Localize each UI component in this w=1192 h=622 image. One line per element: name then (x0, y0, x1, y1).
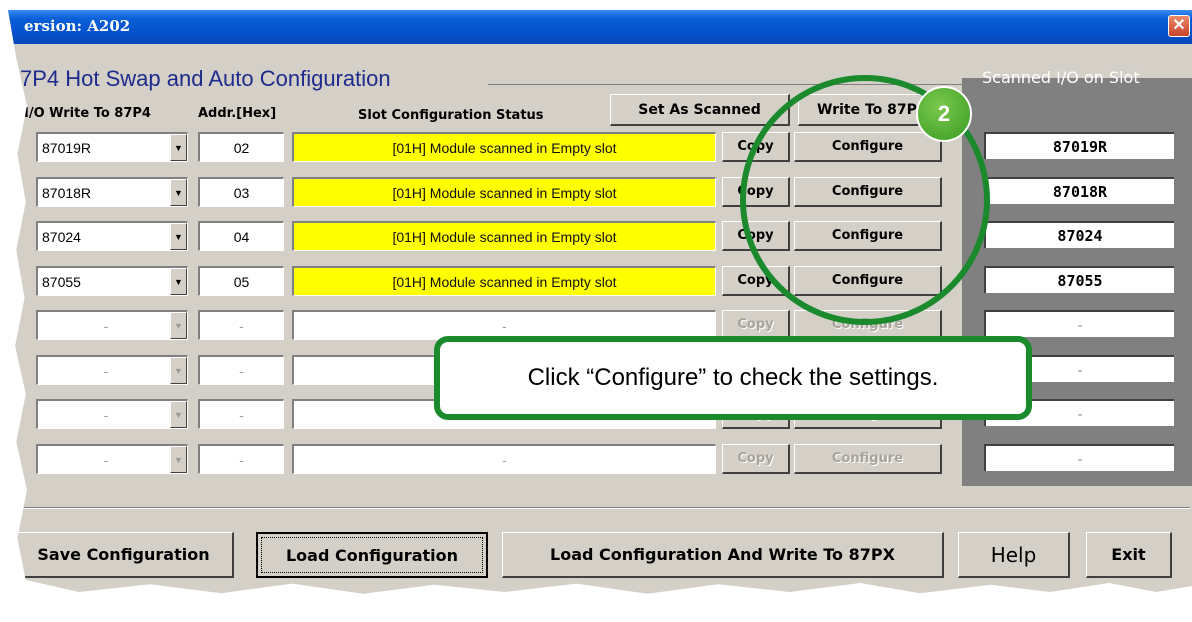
slot-status: [01H] Module scanned in Empty slot (292, 221, 716, 251)
scanned-module: 87024 (984, 221, 1174, 248)
copy-button[interactable]: Copy (722, 444, 790, 474)
group-title: 7P4 Hot Swap and Auto Configuration (20, 66, 395, 92)
chevron-down-icon[interactable]: ▼ (170, 446, 187, 473)
module-select[interactable]: - ▼ (36, 355, 188, 385)
configure-button[interactable]: Configure (794, 444, 942, 474)
scanned-module: - (984, 444, 1174, 471)
address-field[interactable]: - (198, 355, 284, 385)
slot-status: [01H] Module scanned in Empty slot (292, 266, 716, 296)
header-status: Slot Configuration Status (358, 108, 544, 123)
window-title: ersion: A202 (24, 17, 131, 35)
chevron-down-icon[interactable]: ▼ (170, 401, 187, 428)
scanned-io-title: Scanned I/O on Slot (982, 68, 1140, 87)
chevron-down-icon[interactable]: ▼ (170, 312, 187, 339)
chevron-down-icon[interactable]: ▼ (170, 134, 187, 161)
module-select-value: - (103, 406, 109, 423)
set-as-scanned-button[interactable]: Set As Scanned (610, 94, 790, 126)
slot-status: - (292, 444, 716, 474)
scanned-module: 87019R (984, 132, 1174, 159)
separator (20, 507, 1190, 509)
instruction-callout: Click “Configure” to check the settings. (434, 336, 1032, 420)
scanned-module: 87018R (984, 177, 1174, 204)
slot-status: [01H] Module scanned in Empty slot (292, 132, 716, 162)
close-button[interactable]: ✕ (1168, 15, 1190, 37)
chevron-down-icon[interactable]: ▼ (170, 357, 187, 384)
app-window: ersion: A202 ✕ 7P4 Hot Swap and Auto Con… (8, 10, 1192, 594)
load-configuration-button[interactable]: Load Configuration (256, 532, 488, 578)
module-select[interactable]: - ▼ (36, 399, 188, 429)
address-field[interactable]: - (198, 310, 284, 340)
address-field[interactable]: - (198, 444, 284, 474)
address-field[interactable]: 02 (198, 132, 284, 162)
module-select-value: 87019R (42, 139, 92, 156)
step-badge: 2 (916, 86, 972, 142)
chevron-down-icon[interactable]: ▼ (170, 268, 187, 295)
save-configuration-button[interactable]: Save Configuration (14, 532, 234, 578)
chevron-down-icon[interactable]: ▼ (170, 179, 187, 206)
address-field[interactable]: 05 (198, 266, 284, 296)
title-bar[interactable]: ersion: A202 ✕ (8, 10, 1192, 44)
module-select[interactable]: 87018R ▼ (36, 177, 188, 207)
header-io-write: I/O Write To 87P4 (24, 106, 151, 121)
header-addr: Addr.[Hex] (198, 106, 277, 121)
address-field[interactable]: 03 (198, 177, 284, 207)
slot-status: [01H] Module scanned in Empty slot (292, 177, 716, 207)
module-select[interactable]: 87024 ▼ (36, 221, 188, 251)
module-select[interactable]: - ▼ (36, 444, 188, 474)
module-select-value: 87018R (42, 184, 92, 201)
module-select-value: - (103, 362, 109, 379)
scanned-module: - (984, 310, 1174, 337)
load-configuration-write-button[interactable]: Load Configuration And Write To 87PX (502, 532, 944, 578)
address-field[interactable]: - (198, 399, 284, 429)
module-select[interactable]: 87055 ▼ (36, 266, 188, 296)
address-field[interactable]: 04 (198, 221, 284, 251)
scanned-module: 87055 (984, 266, 1174, 293)
module-select-value: - (103, 451, 109, 468)
chevron-down-icon[interactable]: ▼ (170, 223, 187, 250)
module-select[interactable]: 87019R ▼ (36, 132, 188, 162)
module-select[interactable]: - ▼ (36, 310, 188, 340)
exit-button[interactable]: Exit (1086, 532, 1172, 578)
module-select-value: 87055 (42, 273, 81, 290)
module-select-value: 87024 (42, 228, 81, 245)
help-button[interactable]: Help (958, 532, 1070, 578)
module-select-value: - (103, 317, 109, 334)
